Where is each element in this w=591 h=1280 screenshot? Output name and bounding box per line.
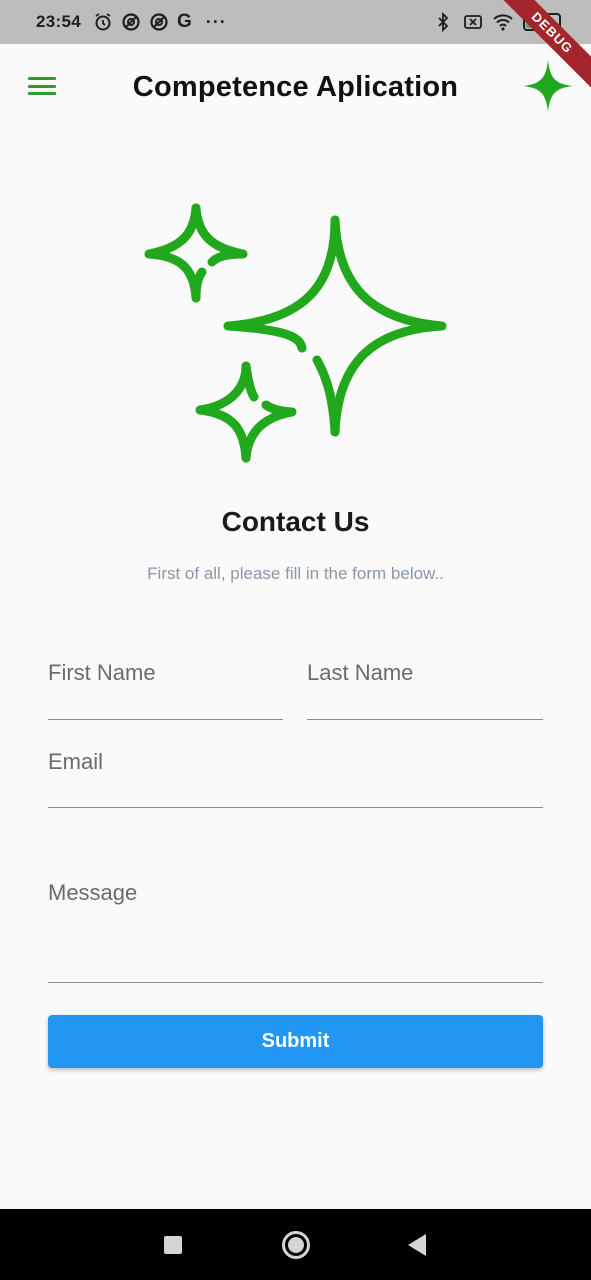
submit-button[interactable]: Submit	[48, 1015, 543, 1068]
first-name-input[interactable]	[48, 658, 283, 686]
message-input[interactable]	[48, 878, 543, 958]
system-nav-bar	[0, 1209, 591, 1280]
battery-level: 33	[535, 16, 549, 28]
home-icon[interactable]	[282, 1231, 310, 1259]
contact-subtitle: First of all, please fill in the form be…	[147, 564, 444, 583]
at-icon	[122, 13, 140, 31]
app-title: Competence Aplication	[132, 70, 459, 103]
google-icon: G	[176, 11, 192, 32]
status-time: 23:54	[36, 12, 81, 31]
contact-title: Contact Us	[221, 506, 370, 537]
recents-icon[interactable]	[164, 1236, 182, 1254]
bluetooth-icon	[438, 12, 449, 32]
email-input[interactable]	[48, 747, 543, 775]
back-icon[interactable]	[408, 1234, 426, 1256]
sparkle-icon[interactable]	[523, 60, 573, 112]
wifi-icon	[493, 14, 513, 31]
first-name-field[interactable]	[48, 658, 283, 720]
menu-icon[interactable]	[26, 72, 58, 100]
status-bar: 23:54 G ··· 33	[0, 0, 591, 44]
email-field[interactable]	[48, 747, 543, 808]
status-notification-icons: G ···	[93, 11, 227, 33]
alarm-icon	[95, 13, 111, 31]
status-system-icons: 33	[433, 12, 561, 32]
more-notifications-icon: ···	[205, 11, 227, 32]
sim-disabled-icon	[464, 15, 482, 29]
last-name-field[interactable]	[307, 658, 543, 720]
app-bar: Competence Aplication	[0, 44, 591, 130]
battery-icon: 33	[523, 13, 561, 31]
last-name-input[interactable]	[307, 658, 543, 686]
at-icon	[150, 13, 168, 31]
message-field[interactable]	[48, 878, 543, 983]
sparkles-illustration-icon	[144, 203, 447, 463]
